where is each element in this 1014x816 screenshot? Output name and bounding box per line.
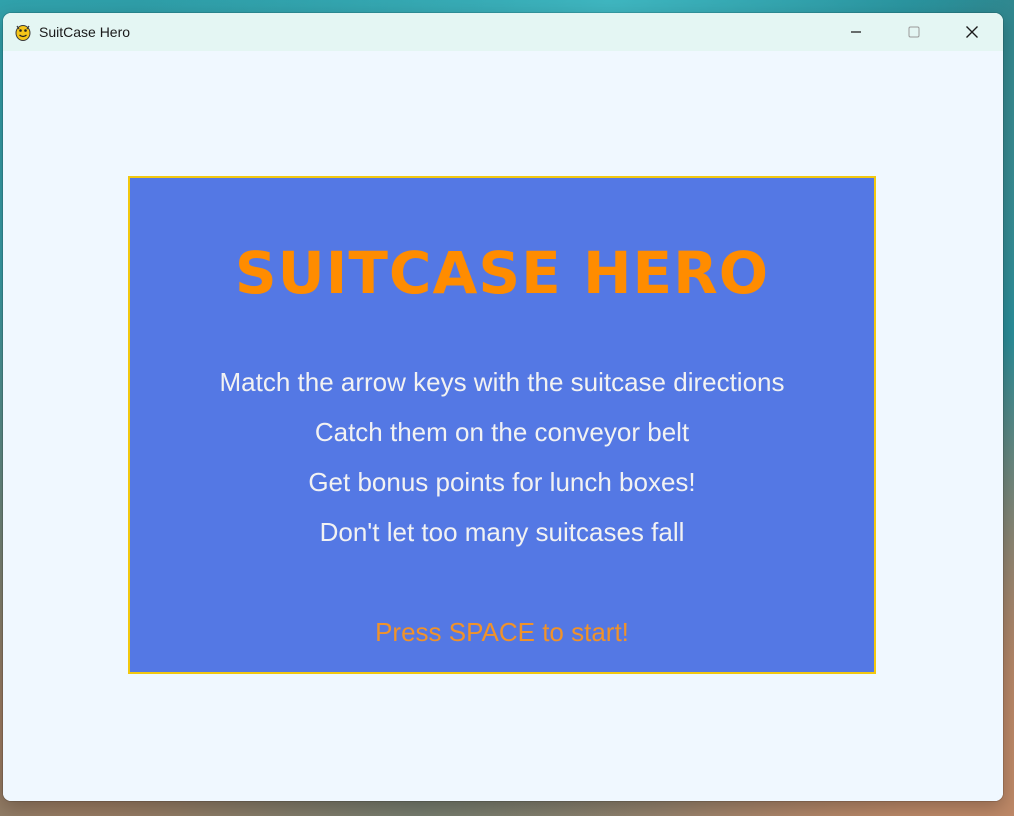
maximize-icon bbox=[908, 26, 920, 38]
window-title: SuitCase Hero bbox=[39, 24, 131, 40]
close-icon bbox=[966, 26, 978, 38]
instruction-line-3: Get bonus points for lunch boxes! bbox=[308, 467, 696, 497]
pygame-snake-icon bbox=[15, 25, 31, 41]
start-prompt: Press SPACE to start! bbox=[375, 617, 629, 647]
game-title: SUITCASE HERO bbox=[234, 239, 770, 307]
app-window: SuitCase Hero SUITCASE HERO Match the ar… bbox=[3, 13, 1003, 801]
minimize-icon bbox=[851, 31, 861, 33]
close-button[interactable] bbox=[943, 13, 1001, 51]
instruction-line-2: Catch them on the conveyor belt bbox=[314, 417, 690, 447]
start-screen-panel: SUITCASE HERO Match the arrow keys with … bbox=[128, 176, 876, 674]
minimize-button[interactable] bbox=[827, 13, 885, 51]
instruction-line-1: Match the arrow keys with the suitcase d… bbox=[219, 367, 785, 397]
maximize-button[interactable] bbox=[885, 13, 943, 51]
instruction-line-4: Don't let too many suitcases fall bbox=[319, 517, 685, 547]
title-bar[interactable]: SuitCase Hero bbox=[3, 13, 1003, 51]
game-canvas[interactable]: SUITCASE HERO Match the arrow keys with … bbox=[3, 51, 1003, 801]
